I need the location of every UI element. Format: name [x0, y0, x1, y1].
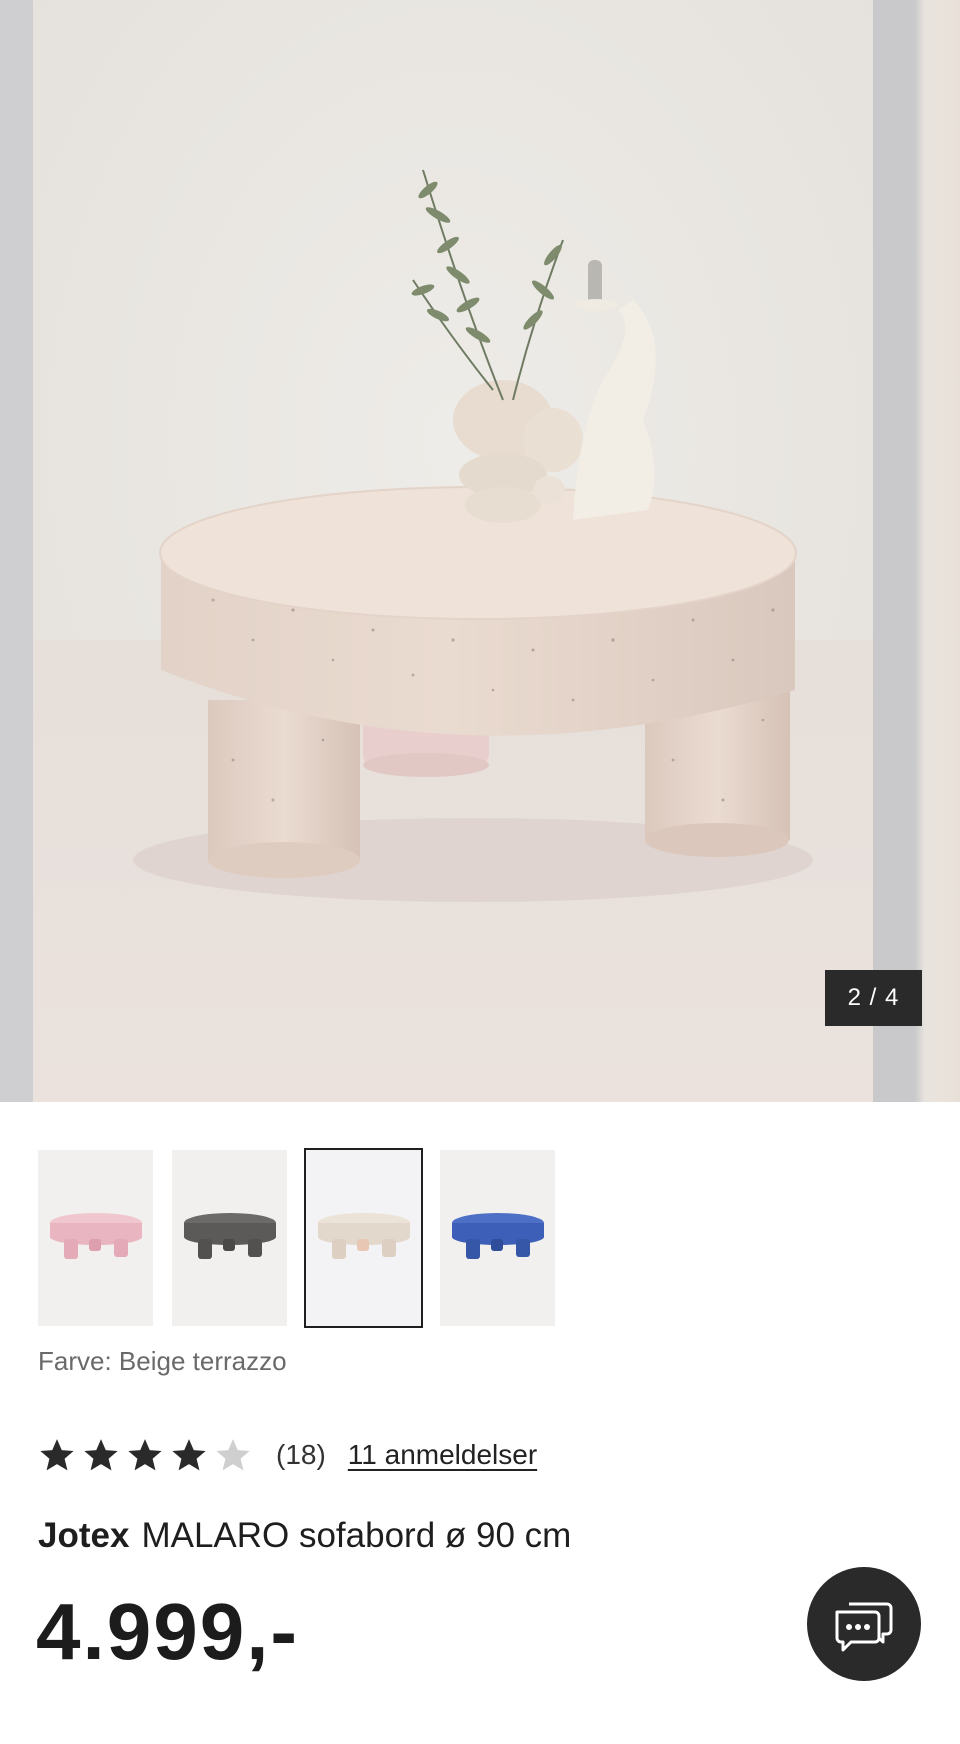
swatch-pink[interactable]: [38, 1150, 153, 1326]
previous-image-peek[interactable]: [0, 0, 33, 1102]
swatch-blue[interactable]: [440, 1150, 555, 1326]
coffee-table-illustration: [33, 0, 873, 1102]
star-filled-icon: [128, 1439, 162, 1471]
color-swatches: [38, 1148, 555, 1328]
table-thumbnail-beige: [317, 1213, 410, 1259]
product-title: Jotex MALARO sofabord ø 90 cm: [38, 1516, 571, 1556]
rating-stars: [38, 1436, 252, 1474]
star-filled-icon: [84, 1439, 118, 1471]
star-filled-icon: [172, 1439, 206, 1471]
table-thumbnail-pink: [49, 1213, 142, 1259]
product-image-gallery[interactable]: 2 / 4: [0, 0, 960, 1102]
chat-icon: [835, 1602, 893, 1652]
chat-button[interactable]: [807, 1567, 921, 1681]
next-image-peek[interactable]: [873, 0, 960, 1102]
swatch-dark-grey[interactable]: [172, 1150, 287, 1326]
image-counter: 2 / 4: [825, 970, 922, 1026]
product-name: MALARO sofabord ø 90 cm: [141, 1516, 572, 1555]
star-filled-icon: [40, 1439, 74, 1471]
product-price: 4.999,-: [36, 1587, 300, 1676]
star-empty-icon: [216, 1439, 250, 1471]
rating-count: (18): [276, 1439, 326, 1470]
product-brand: Jotex: [38, 1516, 130, 1555]
product-image[interactable]: [33, 0, 873, 1102]
swatch-beige[interactable]: [304, 1148, 423, 1328]
product-rating: (18) 11 anmeldelser: [38, 1436, 537, 1474]
table-thumbnail-blue: [451, 1213, 544, 1259]
selected-color-label: Farve: Beige terrazzo: [38, 1346, 287, 1376]
table-thumbnail-dark-grey: [183, 1213, 276, 1259]
reviews-link[interactable]: 11 anmeldelser: [348, 1439, 537, 1471]
